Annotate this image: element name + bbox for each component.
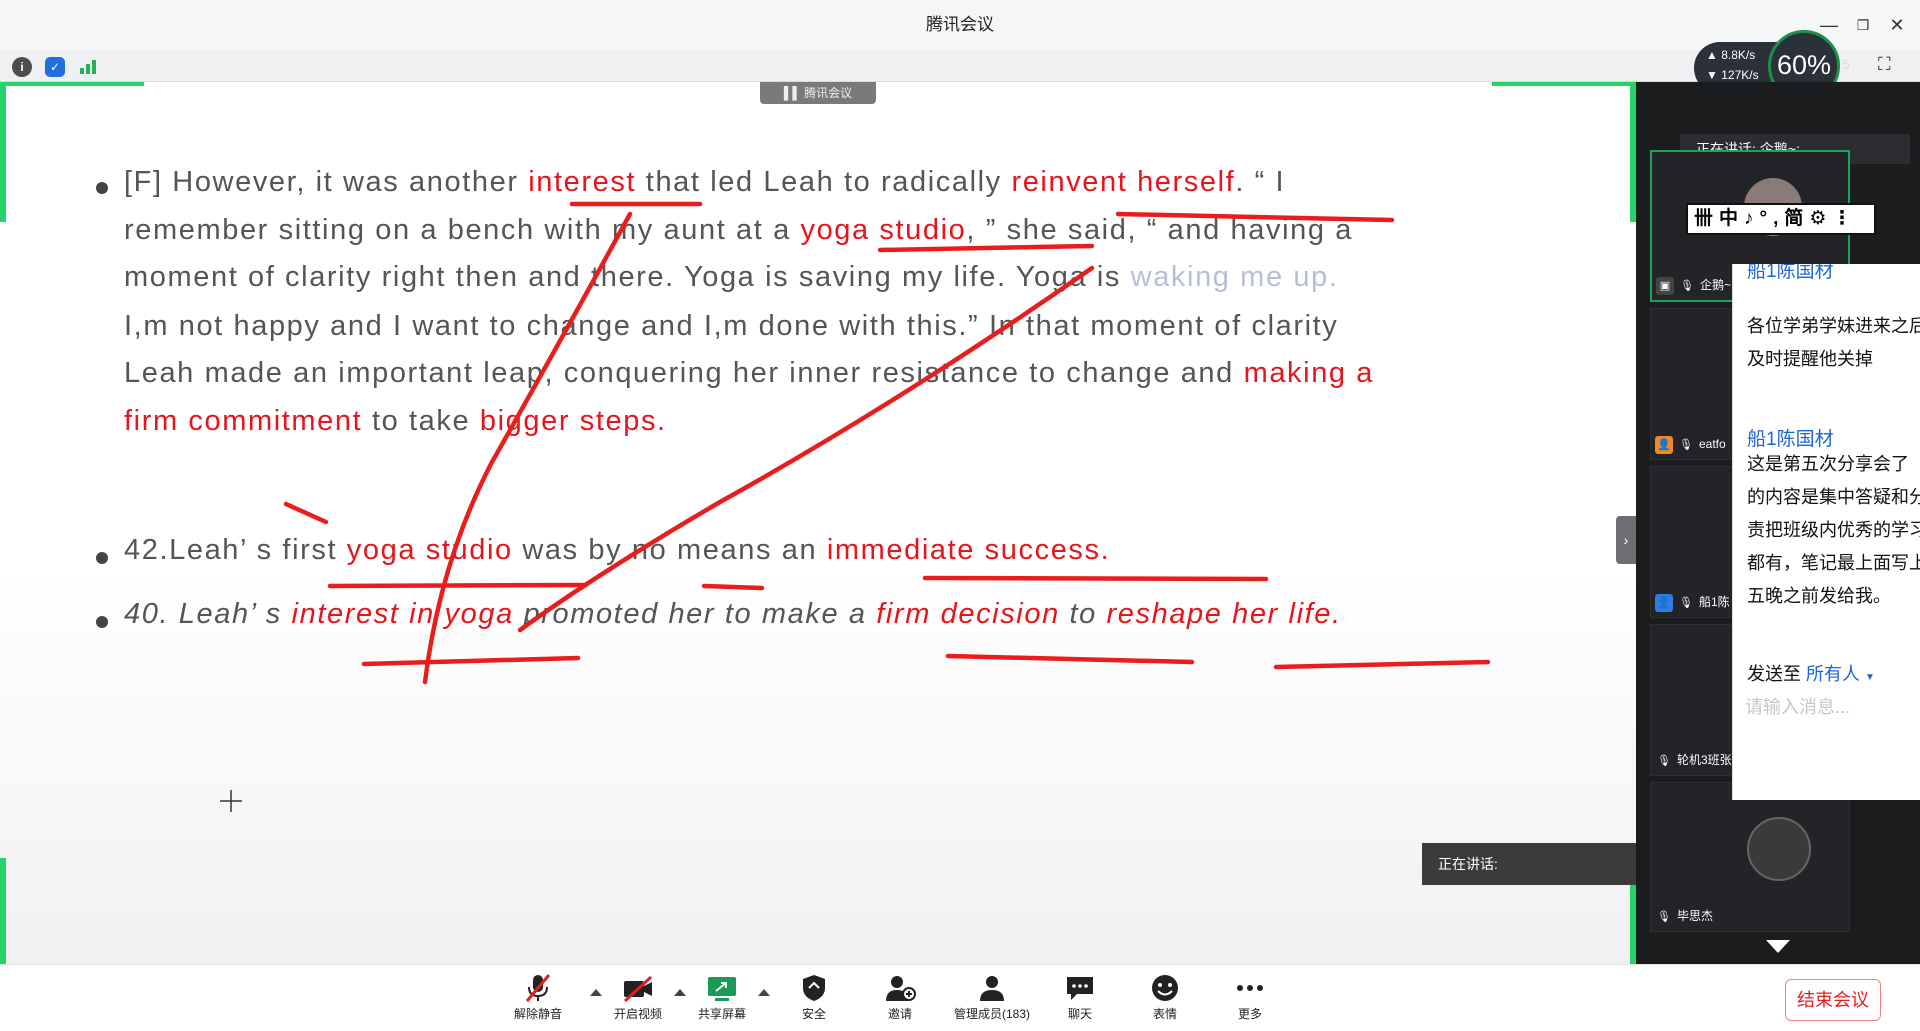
tile-name: 🎙 轮机3班张 (1655, 749, 1732, 771)
reactions-button[interactable]: 表情 (1125, 973, 1205, 1029)
upload-rate: ▲ 8.8K/s (1706, 48, 1756, 62)
ime-toolbar[interactable]: 卌中♪°,简⚙⋮ (1686, 203, 1876, 235)
annotation-ink (220, 201, 1491, 812)
ink-arrow-1 (422, 211, 633, 685)
chat-icon (1067, 977, 1093, 1000)
ink-arrow-2 (517, 265, 1095, 633)
speaking-indicator: 正在讲话: (1422, 843, 1636, 885)
mic-off-icon: 🎙 (1679, 438, 1693, 451)
ink-underline-q42-immediate (922, 575, 1269, 582)
manage-members-button[interactable]: 管理成员(183) (942, 973, 1042, 1029)
user-icon: 👤 (1655, 593, 1673, 612)
fullscreen-icon[interactable]: ⛶ (1878, 54, 1900, 76)
meeting-toolbar: 解除静音 开启视频 共享屏幕 安全 邀请 管理成员(183) 聊天 表情 更多 … (0, 964, 1920, 1031)
chat-panel: 船1陈国材 各位学弟学妹进来之后 及时提醒他关掉 船1陈国材 这是第五次分享会了… (1732, 264, 1920, 800)
end-meeting-button[interactable]: 结束会议 (1785, 979, 1881, 1021)
chat-message-line: 都有，笔记最上面写上 (1747, 553, 1920, 573)
info-icon[interactable]: i (12, 57, 32, 77)
scroll-down-icon[interactable] (1766, 940, 1790, 953)
ink-underline-q42-no (701, 583, 765, 591)
avatar (1747, 817, 1811, 881)
chat-button[interactable]: 聊天 (1040, 973, 1120, 1029)
tile-name: ▣ 🎙 企鹅~ (1656, 274, 1731, 296)
tile-name: 👤 🎙 eatfo (1655, 433, 1726, 455)
more-button[interactable]: 更多 (1210, 973, 1290, 1029)
ink-underline-q40-reshape (1273, 659, 1491, 670)
chat-sender: 船1陈国材 (1747, 264, 1834, 282)
user-icon: 👤 (1655, 435, 1673, 454)
chat-message-line: 责把班级内优秀的学习 (1747, 520, 1920, 540)
chat-message-line: 的内容是集中答疑和分 (1747, 487, 1920, 507)
add-user-icon (886, 976, 916, 1001)
meeting-window: 腾讯会议 — ❐ ✕ i ✓ ▲ 8.8K/s ▼ 127K/s 60% 5 ⛶… (0, 0, 1920, 1031)
smile-icon (1152, 975, 1178, 1001)
ink-underline-yoga-studio (877, 243, 1095, 253)
chat-sender: 船1陈国材 (1747, 429, 1834, 450)
ink-underline-reinvent (1115, 211, 1395, 223)
chat-message-line: 这是第五次分享会了 (1747, 454, 1909, 474)
participant-count-partial: 5 (1842, 56, 1850, 72)
shield-icon[interactable]: ✓ (45, 57, 65, 77)
share-screen-button[interactable]: 共享屏幕 (682, 973, 762, 1029)
ink-underline-q40-firm (945, 653, 1195, 665)
more-icon (1237, 985, 1263, 991)
mic-off-icon: 🎙 (1657, 754, 1671, 767)
dropdown-caret-icon: ▼ (1865, 672, 1875, 683)
mic-muted-icon (525, 974, 551, 1002)
chat-input[interactable] (1745, 692, 1915, 722)
ink-underline-q42-yoga (327, 582, 589, 589)
video-tile[interactable]: 🎙 毕思杰 (1650, 782, 1850, 932)
mic-off-icon: 🎙 (1679, 596, 1693, 609)
shared-screen: ▌▌ 腾讯会议 [F] However, it was another inte… (0, 82, 1636, 964)
chat-message-line: 各位学弟学妹进来之后 (1747, 316, 1920, 336)
invite-button[interactable]: 邀请 (860, 973, 940, 1029)
share-screen-icon (708, 977, 736, 1001)
mic-icon: 🎙 (1680, 279, 1694, 292)
share-icon: ▣ (1656, 276, 1674, 295)
share-options-caret[interactable] (758, 989, 770, 996)
document-page: [F] However, it was another interest tha… (0, 82, 1636, 964)
window-title: 腾讯会议 (926, 15, 994, 34)
unmute-button[interactable]: 解除静音 (498, 973, 578, 1029)
tile-name: 🎙 毕思杰 (1655, 905, 1713, 927)
security-button[interactable]: 安全 (774, 973, 854, 1029)
download-rate: ▼ 127K/s (1706, 68, 1759, 82)
shield-icon (803, 975, 825, 1001)
video-off-icon (623, 975, 653, 1003)
send-to-selector[interactable]: 发送至 所有人 ▼ (1747, 660, 1875, 686)
ink-underline-q40-interest (361, 655, 581, 667)
chat-message-line: 五晚之前发给我。 (1747, 586, 1891, 606)
maximize-button[interactable]: ❐ (1848, 12, 1878, 38)
title-bar: 腾讯会议 — ❐ ✕ (0, 0, 1920, 50)
mic-off-icon: 🎙 (1657, 910, 1671, 923)
meeting-info-bar: i ✓ (0, 50, 1920, 82)
signal-icon[interactable] (80, 60, 98, 74)
ink-dash (283, 501, 329, 525)
members-icon (980, 976, 1004, 1001)
tile-name: 👤 🎙 船1陈 (1655, 591, 1730, 613)
expand-panel-button[interactable]: › (1616, 516, 1636, 564)
start-video-button[interactable]: 开启视频 (598, 973, 678, 1029)
close-button[interactable]: ✕ (1882, 12, 1912, 38)
crosshair-cursor (220, 790, 242, 812)
chat-message-line: 及时提醒他关掉 (1747, 349, 1873, 369)
